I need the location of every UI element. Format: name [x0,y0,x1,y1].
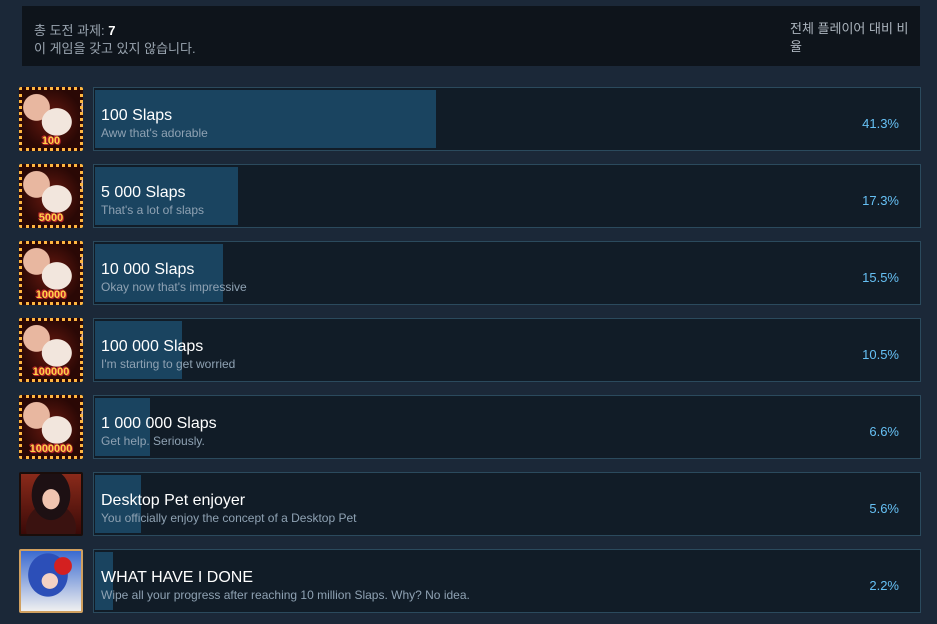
total-achievements-label: 총 도전 과제: [34,23,105,38]
achievement-row: 5000 5 000 Slaps That's a lot of slaps 1… [0,164,937,228]
achievement-percent: 2.2% [869,578,899,593]
icon-number: 5000 [38,212,64,224]
global-percentage-header: 전체 플레이어 대비 비율 [790,21,909,54]
achievement-title: 1 000 000 Slaps [101,415,217,432]
achievement-row: Desktop Pet enjoyer You officially enjoy… [0,472,937,536]
achievement-row: 100000 100 000 Slaps I'm starting to get… [0,318,937,382]
slap-5000-icon: 5000 [19,164,83,228]
achievement-percent: 6.6% [869,424,899,439]
achievement-row: WHAT HAVE I DONE Wipe all your progress … [0,549,937,613]
icon-number: 100 [41,135,61,147]
desktop-pet-girl-icon [19,472,83,536]
slap-100-icon: 100 [19,87,83,151]
achievement-title: 100 Slaps [101,107,173,124]
icon-number: 10000 [35,289,67,301]
achievement-title: WHAT HAVE I DONE [101,569,254,586]
achievement-box: 1 000 000 Slaps Get help. Seriously. 6.6… [93,395,921,459]
achievement-row: 100 100 Slaps Aww that's adorable 41.3% [0,87,937,151]
achievement-percent: 15.5% [862,270,899,285]
achievement-description: You officially enjoy the concept of a De… [101,511,357,525]
icon-number: 1000000 [29,443,73,455]
slap-1000000-icon: 1000000 [19,395,83,459]
slap-10000-icon: 10000 [19,241,83,305]
achievement-summary-panel: 총 도전 과제: 7 이 게임을 갖고 있지 않습니다. 전체 플레이어 대비 … [22,6,920,66]
achievement-description: I'm starting to get worried [101,357,236,371]
achievement-box: 100 Slaps Aww that's adorable 41.3% [93,87,921,151]
achievement-row: 10000 10 000 Slaps Okay now that's impre… [0,241,937,305]
achievement-percent: 41.3% [862,116,899,131]
slap-100000-icon: 100000 [19,318,83,382]
total-achievements-count: 7 [108,23,116,38]
achievement-percent: 10.5% [862,347,899,362]
achievement-description: Okay now that's impressive [101,280,247,294]
achievement-description: Get help. Seriously. [101,434,205,448]
achievement-title: 5 000 Slaps [101,184,186,201]
achievement-description: That's a lot of slaps [101,203,205,217]
not-owned-notice: 이 게임을 갖고 있지 않습니다. [34,41,196,56]
what-have-i-done-girl-icon [19,549,83,613]
achievement-percent: 5.6% [869,501,899,516]
achievement-title: 10 000 Slaps [101,261,195,278]
total-achievements: 총 도전 과제: 7 [34,20,116,39]
icon-number: 100000 [32,366,70,378]
achievement-box: 5 000 Slaps That's a lot of slaps 17.3% [93,164,921,228]
achievement-box: Desktop Pet enjoyer You officially enjoy… [93,472,921,536]
achievement-description: Wipe all your progress after reaching 10… [101,588,470,602]
achievement-percent: 17.3% [862,193,899,208]
achievement-row: 1000000 1 000 000 Slaps Get help. Seriou… [0,395,937,459]
achievement-title: 100 000 Slaps [101,338,204,355]
achievement-description: Aww that's adorable [101,126,208,140]
achievement-box: WHAT HAVE I DONE Wipe all your progress … [93,549,921,613]
achievement-box: 10 000 Slaps Okay now that's impressive … [93,241,921,305]
achievement-box: 100 000 Slaps I'm starting to get worrie… [93,318,921,382]
achievement-title: Desktop Pet enjoyer [101,492,246,509]
